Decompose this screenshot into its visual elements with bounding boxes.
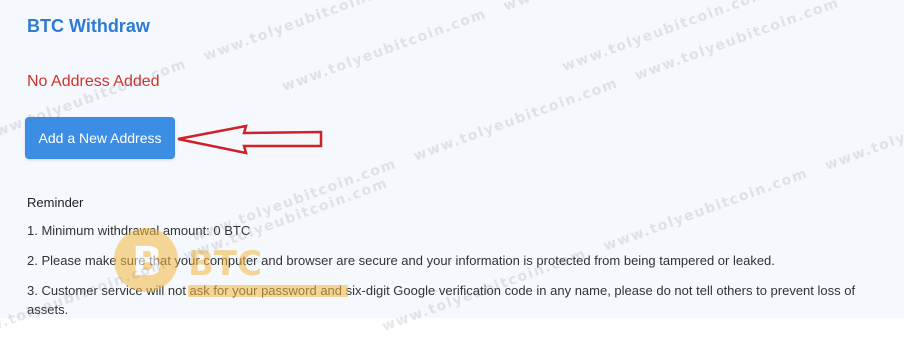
reminder-item: 1. Minimum withdrawal amount: 0 BTC xyxy=(27,223,251,238)
reminder-heading: Reminder xyxy=(27,195,84,210)
withdraw-panel: BTC Withdraw No Address Added Add a New … xyxy=(0,0,904,318)
reminder-item: 2. Please make sure that your computer a… xyxy=(27,253,775,268)
arrow-annotation-icon xyxy=(177,124,323,155)
add-new-address-button[interactable]: Add a New Address xyxy=(25,117,175,159)
reminder-item: 3. Customer service will not ask for you… xyxy=(27,283,856,317)
page-title: BTC Withdraw xyxy=(27,16,150,36)
no-address-message: No Address Added xyxy=(27,73,160,90)
